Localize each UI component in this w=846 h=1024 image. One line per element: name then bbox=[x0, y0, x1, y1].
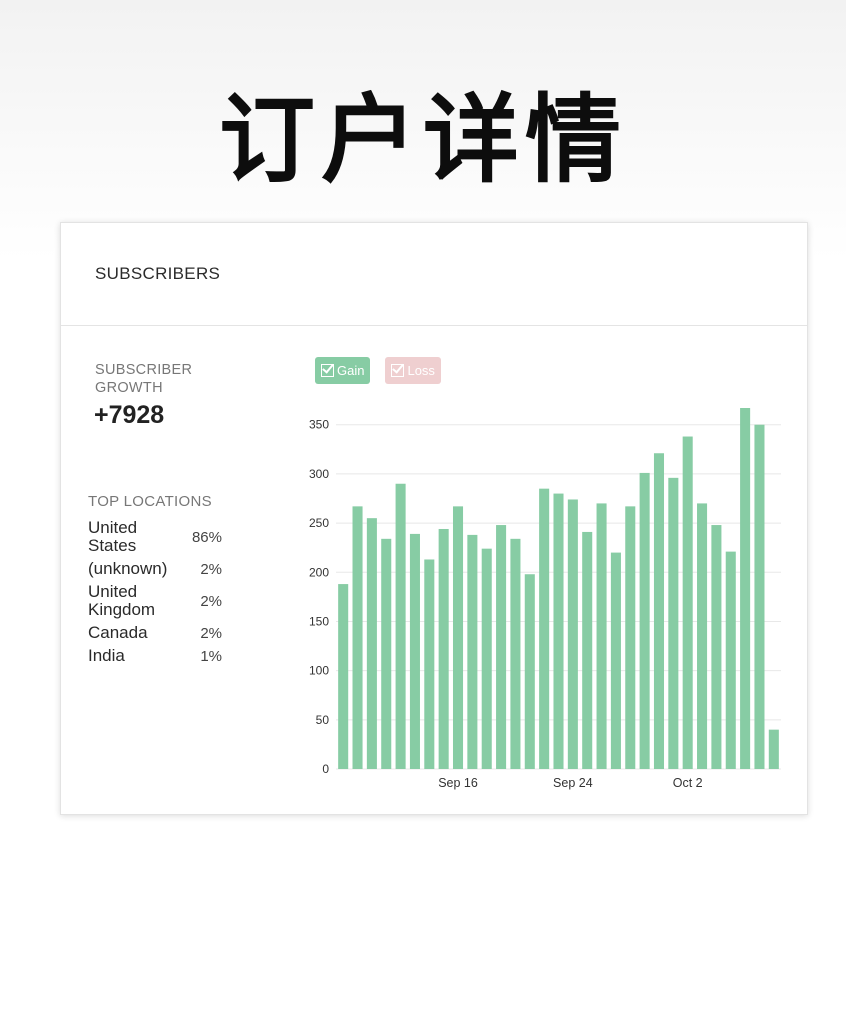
y-tick-label: 0 bbox=[322, 762, 329, 776]
location-name: Canada bbox=[88, 623, 148, 642]
location-row: India 1% bbox=[88, 647, 222, 665]
location-percent: 86% bbox=[191, 528, 222, 546]
bar bbox=[768, 729, 779, 769]
bar bbox=[653, 453, 665, 769]
bar bbox=[438, 528, 449, 769]
bar bbox=[596, 503, 607, 769]
location-percent: 2% bbox=[200, 560, 222, 578]
bar bbox=[725, 551, 736, 769]
legend-gain-label: Gain bbox=[337, 363, 365, 378]
bar bbox=[338, 584, 349, 769]
card-header: SUBSCRIBERS bbox=[61, 223, 807, 326]
bar bbox=[424, 559, 435, 769]
checkbox-checked-icon bbox=[391, 364, 405, 377]
location-percent: 2% bbox=[200, 624, 222, 642]
chart-legend: Gain Loss bbox=[315, 357, 441, 384]
top-locations-heading: TOP LOCATIONS bbox=[88, 493, 212, 510]
bar bbox=[409, 533, 420, 769]
legend-toggle-gain[interactable]: Gain bbox=[315, 357, 371, 384]
y-tick-label: 150 bbox=[309, 614, 329, 628]
card-title: SUBSCRIBERS bbox=[95, 264, 221, 283]
bar bbox=[639, 472, 650, 769]
bar bbox=[668, 477, 679, 769]
subscriber-gain-chart: 0 50 100 150 200 250 300 350 Sep 16 Sep 24 Oct 2 bbox=[309, 408, 781, 790]
bar bbox=[682, 436, 693, 769]
bar bbox=[567, 499, 578, 769]
bar bbox=[553, 493, 564, 769]
location-row: United Kingdom 2% bbox=[88, 583, 222, 619]
location-name: United States bbox=[88, 518, 138, 555]
location-percent: 1% bbox=[200, 647, 222, 665]
bar bbox=[697, 503, 708, 769]
bar bbox=[754, 424, 765, 769]
bar bbox=[481, 548, 492, 769]
bar bbox=[395, 483, 406, 769]
legend-loss-label: Loss bbox=[407, 363, 435, 378]
y-tick-label: 100 bbox=[309, 664, 329, 678]
bar bbox=[524, 574, 535, 769]
bar bbox=[352, 506, 363, 769]
top-locations-list: United States 86% (unknown) 2% United Ki… bbox=[88, 519, 222, 670]
page-title: 订户详情 bbox=[219, 83, 627, 196]
y-tick-label: 50 bbox=[316, 713, 330, 727]
bar bbox=[740, 408, 751, 769]
bar bbox=[452, 506, 464, 769]
location-name: (unknown) bbox=[88, 559, 168, 578]
location-row: (unknown) 2% bbox=[88, 560, 222, 578]
bar bbox=[582, 531, 593, 769]
subscriber-growth-label: SUBSCRIBER GROWTH bbox=[95, 362, 193, 396]
bar bbox=[610, 552, 621, 769]
checkbox-checked-icon bbox=[321, 364, 334, 377]
bar bbox=[366, 518, 377, 769]
location-name: United Kingdom bbox=[88, 582, 156, 619]
location-row: Canada 2% bbox=[88, 624, 222, 642]
y-tick-label: 200 bbox=[309, 565, 329, 579]
location-row: United States 86% bbox=[88, 519, 222, 555]
x-tick-label: Oct 2 bbox=[673, 776, 703, 790]
bar bbox=[711, 525, 722, 769]
y-tick-label: 250 bbox=[309, 516, 329, 530]
location-name: India bbox=[88, 646, 125, 665]
location-percent: 2% bbox=[200, 592, 222, 610]
bar bbox=[467, 534, 478, 769]
bar bbox=[381, 538, 392, 769]
subscribers-card: SUBSCRIBERS SUBSCRIBER GROWTH +7928 TOP … bbox=[60, 222, 808, 815]
bar bbox=[625, 506, 636, 769]
bar bbox=[496, 525, 507, 769]
subscriber-growth-value: +7928 bbox=[94, 401, 165, 429]
bar bbox=[539, 488, 550, 769]
y-tick-label: 350 bbox=[309, 418, 329, 432]
x-tick-label: Sep 24 bbox=[553, 776, 593, 790]
x-tick-label: Sep 16 bbox=[438, 776, 478, 790]
bar bbox=[510, 538, 521, 769]
legend-toggle-loss[interactable]: Loss bbox=[385, 357, 441, 384]
y-tick-label: 300 bbox=[309, 467, 329, 481]
